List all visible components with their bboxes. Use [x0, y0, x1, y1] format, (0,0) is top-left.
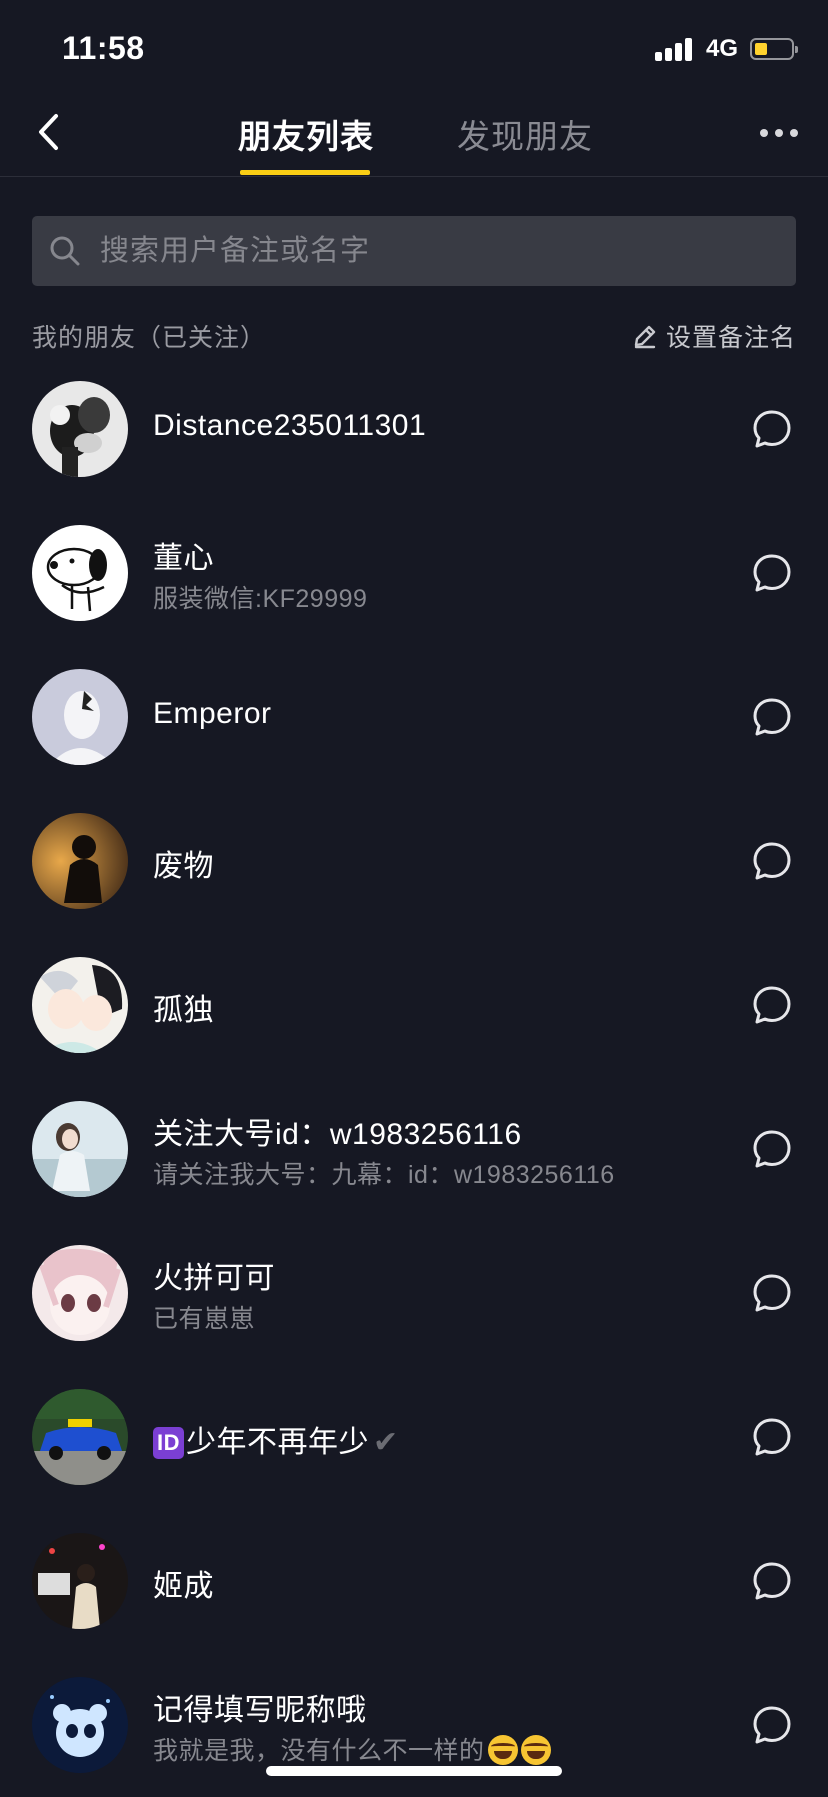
- edit-pencil-icon: [634, 325, 656, 349]
- friend-name: 孤独: [153, 994, 214, 1027]
- chat-bubble-icon[interactable]: [752, 1129, 792, 1169]
- chat-bubble-icon[interactable]: [752, 553, 792, 593]
- friend-name: Emperor: [153, 697, 272, 730]
- section-title: 我的朋友（已关注）: [32, 324, 267, 352]
- friend-row[interactable]: Distance235011301: [0, 357, 828, 501]
- chat-bubble-icon[interactable]: [752, 1561, 792, 1601]
- search-input[interactable]: [98, 233, 762, 269]
- more-button[interactable]: [760, 118, 798, 148]
- friend-name: 废物: [153, 850, 214, 883]
- top-nav: 朋友列表 发现朋友: [0, 100, 828, 177]
- set-remark-button[interactable]: 设置备注名: [632, 318, 796, 354]
- search-bar[interactable]: [32, 216, 796, 286]
- chat-bubble-icon[interactable]: [752, 1705, 792, 1745]
- laughing-emoji-icon: [487, 1735, 518, 1765]
- battery-icon: [750, 38, 798, 60]
- friend-row[interactable]: 姬成: [0, 1509, 828, 1653]
- friend-row[interactable]: 孤独: [0, 933, 828, 1077]
- battery-level: [755, 43, 767, 55]
- avatar: [32, 1101, 128, 1197]
- friend-row[interactable]: 废物: [0, 789, 828, 933]
- friend-name-text: 少年不再年少: [186, 1426, 369, 1459]
- friend-name: 记得填写昵称哦: [153, 1694, 367, 1727]
- chat-bubble-icon[interactable]: [752, 1273, 792, 1313]
- friend-row[interactable]: 董心 服装微信:KF29999: [0, 501, 828, 645]
- avatar: [32, 669, 128, 765]
- friend-name: ID 少年不再年少 ✔: [153, 1417, 399, 1461]
- chat-bubble-icon[interactable]: [752, 841, 792, 881]
- avatar: [32, 813, 128, 909]
- network-label: 4G: [705, 35, 738, 62]
- friend-row[interactable]: ID 少年不再年少 ✔: [0, 1365, 828, 1509]
- chat-bubble-icon[interactable]: [752, 985, 792, 1025]
- friend-name: 姬成: [153, 1570, 214, 1603]
- chevron-left-icon: [39, 114, 58, 150]
- chat-bubble-icon[interactable]: [752, 697, 792, 737]
- friend-row[interactable]: 火拼可可 已有崽崽: [0, 1221, 828, 1365]
- avatar: [32, 1245, 128, 1341]
- friend-subtitle: 我就是我，没有什么不一样的: [153, 1731, 551, 1767]
- friend-subtitle: 服装微信:KF29999: [153, 585, 368, 613]
- check-mark-icon: ✔: [373, 1426, 399, 1459]
- more-dot: [790, 129, 798, 137]
- active-tab-indicator: [240, 170, 370, 175]
- friend-subtitle-text: 我就是我，没有什么不一样的: [153, 1737, 485, 1765]
- tab-discover-friends[interactable]: 发现朋友: [457, 110, 593, 158]
- friend-row[interactable]: Emperor: [0, 645, 828, 789]
- status-bar: 11:58 4G: [0, 0, 828, 100]
- chat-bubble-icon[interactable]: [752, 1417, 792, 1457]
- avatar: [32, 381, 128, 477]
- search-icon: [48, 234, 82, 268]
- id-badge: ID: [153, 1427, 184, 1459]
- battery-cap: [795, 46, 798, 53]
- laughing-emoji-icon: [520, 1735, 551, 1765]
- chat-bubble-icon[interactable]: [752, 409, 792, 449]
- more-dot: [775, 129, 783, 137]
- signal-icon: [654, 37, 692, 61]
- more-dot: [760, 129, 768, 137]
- status-indicators: 4G: [654, 34, 798, 64]
- friend-subtitle: 已有崽崽: [153, 1305, 256, 1333]
- avatar: [32, 957, 128, 1053]
- friend-subtitle: 请关注我大号：九幕：id：w1983256116: [153, 1161, 615, 1189]
- friend-name: 关注大号id：w1983256116: [153, 1118, 522, 1151]
- avatar: [32, 525, 128, 621]
- friend-row[interactable]: 关注大号id：w1983256116 请关注我大号：九幕：id：w1983256…: [0, 1077, 828, 1221]
- avatar: [32, 1389, 128, 1485]
- status-time: 11:58: [62, 30, 145, 66]
- section-header: 我的朋友（已关注） 设置备注名: [32, 318, 796, 354]
- avatar: [32, 1677, 128, 1773]
- tab-friend-list[interactable]: 朋友列表: [238, 110, 374, 158]
- friend-name: 董心: [153, 542, 214, 575]
- home-indicator[interactable]: [266, 1766, 562, 1776]
- set-remark-label: 设置备注名: [665, 324, 796, 352]
- friend-name: Distance235011301: [153, 409, 427, 442]
- avatar: [32, 1533, 128, 1629]
- back-button[interactable]: [26, 110, 70, 154]
- friend-name: 火拼可可: [153, 1262, 275, 1295]
